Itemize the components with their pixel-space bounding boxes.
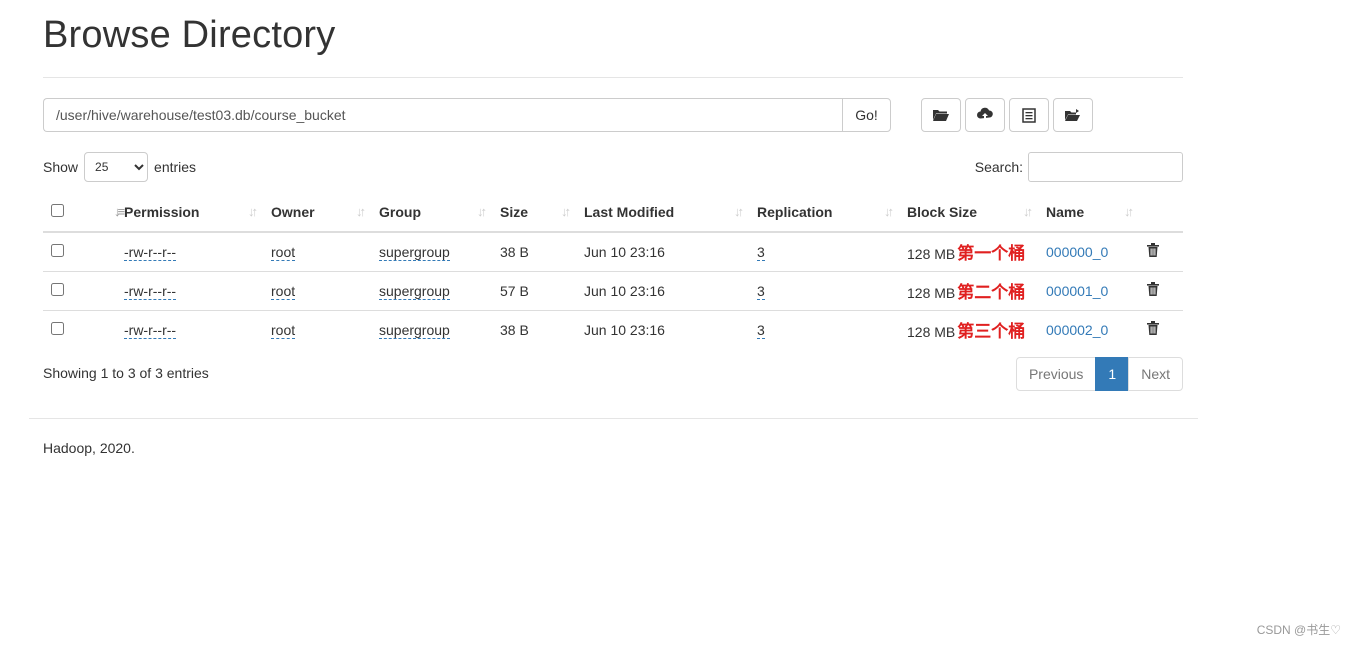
file-table: ↓≡ Permission ↓↑ Owner ↓↑ Group ↓↑ Size ↓↑ L… [43,193,1183,349]
table-row: -rw-r--r-- root supergroup 57 B Jun 10 2… [43,270,1183,310]
column-header-group[interactable]: Group ↓↑ [371,193,492,233]
divider [43,77,1183,78]
column-header-last-modified[interactable]: Last Modified ↓↑ [576,193,749,233]
show-label: Show [43,159,79,175]
table-info: Showing 1 to 3 of 3 entries [43,365,209,381]
list-icon [1022,107,1036,123]
group-value[interactable]: supergroup [379,243,450,261]
page-title: Browse Directory [43,14,336,56]
row-checkbox[interactable] [51,243,64,257]
column-header-actions [1139,193,1183,233]
trash-icon[interactable] [1147,321,1159,336]
trash-icon[interactable] [1147,282,1159,296]
upload-button[interactable] [965,98,1005,132]
sort-icon: ↓↑ [477,204,487,219]
size-value: 57 B [492,270,576,310]
sort-icon: ↓↑ [884,204,894,219]
column-header-replication[interactable]: Replication ↓↑ [749,193,899,233]
permission-value[interactable]: -rw-r--r-- [124,282,177,300]
path-bar: Go! [43,98,891,132]
file-name-link[interactable]: 000000_0 [1046,244,1108,260]
owner-value[interactable]: root [271,243,296,261]
sort-icon: ↓↑ [734,204,744,219]
folder-open-icon [933,110,949,121]
move-button[interactable] [1053,98,1093,132]
block-size-value: 128 MB [907,324,956,341]
trash-icon[interactable] [1147,243,1159,258]
block-size-value: 128 MB [907,246,956,263]
sort-icon: ↓↑ [1124,204,1134,219]
bucket-annotation: 第三个桶 [957,322,1026,343]
next-button[interactable]: Next [1128,357,1183,391]
permission-value[interactable]: -rw-r--r-- [124,321,177,339]
move-folder-icon [1065,109,1080,121]
column-header-name[interactable]: Name ↓↑ [1038,193,1139,233]
replication-value[interactable]: 3 [757,243,765,261]
list-button[interactable] [1009,98,1049,132]
last-modified-value: Jun 10 23:16 [576,309,749,349]
table-row: -rw-r--r-- root supergroup 38 B Jun 10 2… [43,232,1183,271]
toolbar [921,98,1093,132]
file-name-link[interactable]: 000001_0 [1046,283,1108,299]
previous-button[interactable]: Previous [1015,357,1097,391]
search-input[interactable] [1028,152,1183,182]
upload-icon [977,107,993,121]
column-header-size[interactable]: Size ↓↑ [492,193,576,233]
divider [29,418,1198,419]
bucket-annotation: 第一个桶 [957,244,1026,265]
owner-value[interactable]: root [271,282,296,300]
row-checkbox[interactable] [51,282,64,296]
search-box: Search: [975,152,1183,182]
path-input[interactable] [43,98,842,132]
entries-length: Show 25 entries [43,152,196,182]
permission-value[interactable]: -rw-r--r-- [124,243,177,261]
sort-icon: ↓↑ [248,204,258,219]
search-label: Search: [974,159,1023,175]
page-1-button[interactable]: 1 [1095,357,1130,391]
sort-icon: ↓↑ [1023,204,1033,219]
group-value[interactable]: supergroup [379,321,450,339]
sort-icon: ↓↑ [561,204,571,219]
last-modified-value: Jun 10 23:16 [576,270,749,310]
owner-value[interactable]: root [271,321,296,339]
size-value: 38 B [500,243,529,260]
table-header-row: ↓≡ Permission ↓↑ Owner ↓↑ Group ↓↑ Size ↓↑ L… [43,193,1183,233]
size-value: 38 B [492,309,576,349]
last-modified-value: Jun 10 23:16 [584,243,665,260]
select-all-cell [43,193,72,233]
pagination: Previous 1 Next [1015,357,1183,391]
group-value[interactable]: supergroup [379,282,450,300]
row-checkbox[interactable] [51,321,64,335]
sort-column[interactable]: ↓≡ [72,193,125,233]
bucket-annotation: 第二个桶 [957,283,1026,303]
file-name-link[interactable]: 000002_0 [1046,322,1108,338]
entries-label: entries [154,159,197,175]
footer-text: Hadoop, 2020. [43,440,135,456]
column-header-permission[interactable]: Permission ↓↑ [116,193,263,233]
watermark: CSDN @书生♡ [1256,623,1341,637]
select-all-checkbox[interactable] [51,204,64,217]
column-header-block-size[interactable]: Block Size ↓↑ [899,193,1038,233]
sort-icon: ↓↑ [356,204,366,219]
create-directory-button[interactable] [921,98,961,132]
replication-value[interactable]: 3 [757,282,765,300]
replication-value[interactable]: 3 [757,321,765,339]
block-size-value: 128 MB [907,285,956,301]
column-header-owner[interactable]: Owner ↓↑ [263,193,371,233]
entries-select[interactable]: 25 [84,152,149,182]
go-button[interactable]: Go! [842,98,891,132]
table-row: -rw-r--r-- root supergroup 38 B Jun 10 2… [43,309,1183,349]
